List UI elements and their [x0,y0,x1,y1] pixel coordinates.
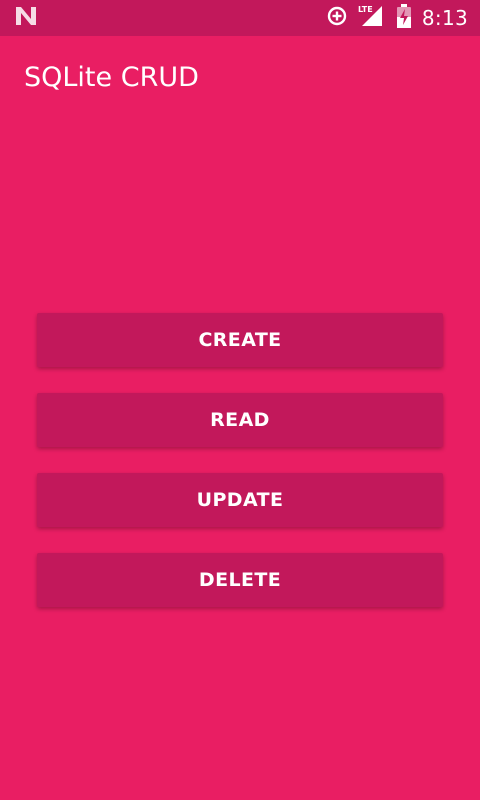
crud-button-group: CREATE READ UPDATE DELETE [37,313,443,633]
status-right: LTE 8:13 [326,3,468,33]
notification-n-icon [14,5,38,32]
status-clock: 8:13 [421,6,468,30]
status-left [14,5,38,32]
app-screen: LTE 8:13 SQLite CRUD CREATE READ UPDATE … [0,0,480,800]
app-bar: SQLite CRUD [0,36,480,122]
data-saver-icon [326,5,348,32]
battery-icon [396,3,412,33]
read-button[interactable]: READ [37,393,443,447]
lte-signal-icon: LTE [358,4,386,33]
network-type-label: LTE [358,5,373,14]
create-button[interactable]: CREATE [37,313,443,367]
app-title: SQLite CRUD [24,62,199,93]
delete-button[interactable]: DELETE [37,553,443,607]
status-bar: LTE 8:13 [0,0,480,36]
update-button[interactable]: UPDATE [37,473,443,527]
